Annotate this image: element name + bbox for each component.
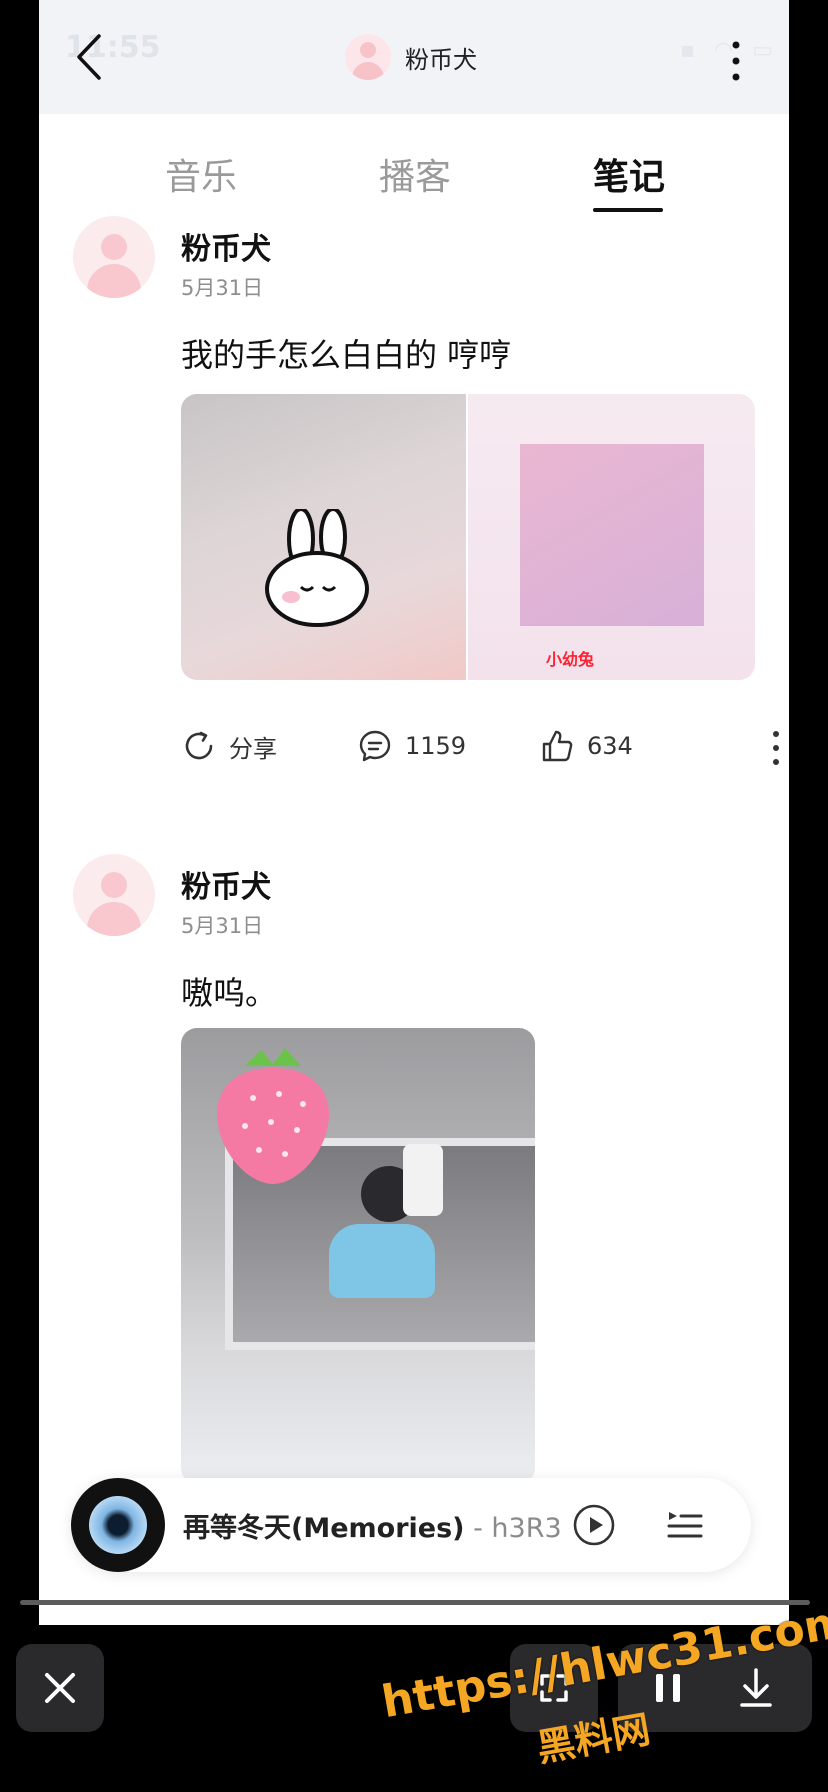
- tab-podcast[interactable]: 播客: [379, 148, 451, 200]
- post-actions: 分享 1159 634: [181, 722, 781, 772]
- image-caption: 小幼兔: [546, 650, 595, 669]
- post-date: 5月31日: [181, 276, 264, 300]
- post-date: 5月31日: [181, 914, 264, 938]
- more-vertical-icon[interactable]: [729, 40, 743, 82]
- play-icon[interactable]: [573, 1504, 615, 1546]
- song-title: 再等冬天(Memories): [183, 1513, 465, 1544]
- post-more-icon[interactable]: [771, 730, 781, 766]
- tab-music[interactable]: 音乐: [165, 148, 237, 200]
- close-icon: [45, 1673, 75, 1703]
- post-author[interactable]: 粉币犬: [181, 224, 271, 268]
- post-author[interactable]: 粉币犬: [181, 862, 271, 906]
- like-count: 634: [587, 732, 633, 760]
- bunny-sticker-icon: [265, 509, 369, 627]
- song-artist: - h3R3: [464, 1513, 562, 1544]
- active-tab-indicator: [593, 208, 663, 212]
- close-button[interactable]: [16, 1644, 104, 1732]
- avatar[interactable]: [73, 854, 155, 936]
- video-progress-bar[interactable]: [20, 1600, 810, 1605]
- comment-button[interactable]: 1159: [357, 728, 466, 764]
- post-text: 嗷呜。: [181, 974, 278, 1012]
- top-bar: 11:55 ▪ ◠ ▭ 粉币犬: [39, 0, 789, 114]
- playlist-icon[interactable]: [665, 1506, 705, 1546]
- comment-icon: [359, 730, 391, 762]
- share-label: 分享: [229, 734, 277, 763]
- back-arrow-icon[interactable]: [71, 32, 111, 82]
- post-text: 我的手怎么白白的 哼哼: [181, 336, 512, 374]
- tab-notes[interactable]: 笔记: [593, 148, 665, 200]
- post-image[interactable]: [181, 1028, 535, 1484]
- post-image[interactable]: 小幼兔: [466, 394, 755, 680]
- like-button[interactable]: 634: [539, 728, 633, 764]
- share-button[interactable]: 分享: [181, 728, 277, 764]
- post-images: 小幼兔: [181, 394, 755, 680]
- strawberry-sticker-icon: [217, 1048, 329, 1184]
- header-title: 粉币犬: [405, 45, 477, 74]
- tab-bar: 音乐 播客 笔记: [39, 140, 789, 220]
- mini-player[interactable]: 再等冬天(Memories) - h3R3: [71, 1478, 751, 1572]
- app-screen: 11:55 ▪ ◠ ▭ 粉币犬 音乐 播客 笔记 粉币犬 5月31日 我的手怎么…: [39, 0, 789, 1625]
- comment-count: 1159: [405, 732, 467, 760]
- header-profile[interactable]: 粉币犬: [345, 34, 477, 80]
- thumbs-up-icon: [542, 730, 573, 762]
- album-disc[interactable]: [71, 1478, 165, 1572]
- post-image[interactable]: [181, 394, 466, 680]
- now-playing: 再等冬天(Memories) - h3R3: [183, 1506, 562, 1545]
- share-icon: [185, 731, 213, 760]
- avatar: [345, 34, 391, 80]
- avatar[interactable]: [73, 216, 155, 298]
